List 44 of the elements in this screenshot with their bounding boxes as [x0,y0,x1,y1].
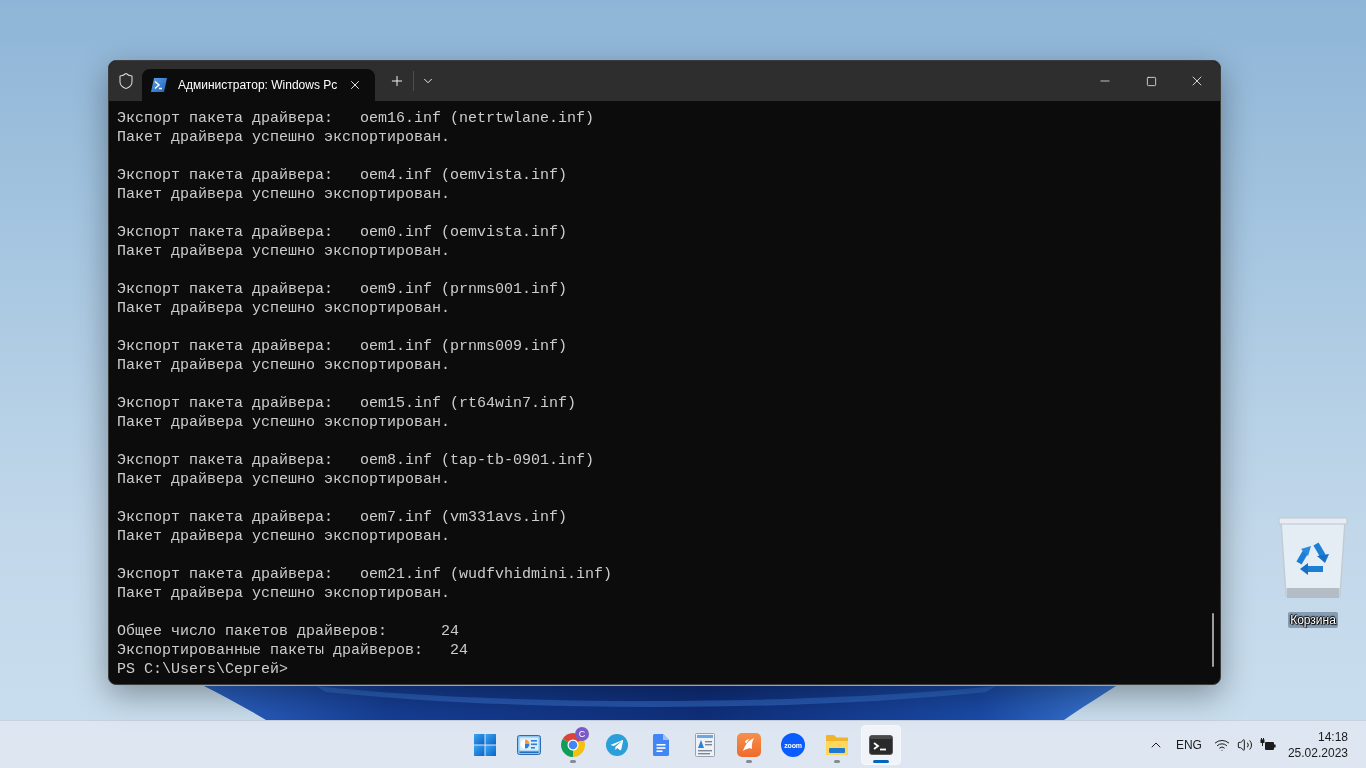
output-line: Пакет драйвера успешно экспортирован. [117,413,451,432]
output-line: Пакет драйвера успешно экспортирован. [117,242,451,261]
maximize-icon [1145,75,1157,87]
output-line: Пакет драйвера успешно экспортирован. [117,299,451,318]
four-panes-icon [473,733,497,757]
scrollbar-thumb[interactable] [1212,613,1214,667]
battery-charging-icon [1259,738,1276,752]
output-line: Экспорт пакета драйвера: oem15.inf (rt64win7.inf) [117,394,577,413]
output-line: Экспорт пакета драйвера: oem21.inf (wudfvhidmini.inf) [117,565,613,584]
language-indicator[interactable]: ENG [1169,725,1208,765]
tricolor-circle-icon [561,733,585,757]
prompt-line[interactable]: PS C:\Users\Сергей> [117,660,289,679]
wifi-icon [1213,737,1230,753]
folder-icon [825,734,849,756]
dashboard-icon [517,735,541,755]
tab[interactable]: Администратор: Windows Pc [142,69,376,101]
output-line: Пакет драйвера успешно экспортирован. [117,185,451,204]
output-line: Экспорт пакета драйвера: oem16.inf (netrtwlane.inf) [117,109,595,128]
output-line: Пакет драйвера успешно экспортирован. [117,527,451,546]
output-line: Экспорт пакета драйвера: oem4.inf (oemvista.inf) [117,166,568,185]
output-line: Пакет драйвера успешно экспортирован. [117,470,451,489]
output-line: Экспорт пакета драйвера: oem1.inf (prnms009.inf) [117,337,568,356]
terminal-icon [869,735,893,755]
taskbar-button[interactable] [861,725,901,765]
output-line: Экспорт пакета драйвера: oem8.inf (tap-tb-0901.inf) [117,451,595,470]
output-line: Пакет драйвера успешно экспортирован. [117,128,451,147]
document-icon [653,734,669,756]
output-line: Экспорт пакета драйвера: oem7.inf (vm331avs.inf) [117,508,568,527]
output-line: Пакет драйвера успешно экспортирован. [117,584,451,603]
output-line: Пакет драйвера успешно экспортирован. [117,356,451,375]
paper-plane-icon [606,734,628,756]
clock-time[interactable]: 14:18 [1317,729,1348,745]
profile-badge: C [575,727,589,741]
output-line: Экспорт пакета драйвера: oem0.inf (oemvista.inf) [117,223,568,242]
tab-title[interactable]: Администратор: Windows Pc [178,77,338,93]
bird-logo-icon [737,733,761,757]
summary-line: Общее число пакетов драйверов: 24 [117,622,460,641]
output-line: Экспорт пакета драйвера: oem9.inf (prnms001.inf) [117,280,568,299]
summary-line: Экспортированные пакеты драйверов: 24 [117,641,469,660]
shell-icon [151,78,167,92]
clock-date[interactable]: 25.02.2023 [1287,745,1348,761]
volume-icon [1236,737,1253,753]
taskbar-button[interactable]: C [553,725,593,765]
text-document-icon [695,733,715,757]
